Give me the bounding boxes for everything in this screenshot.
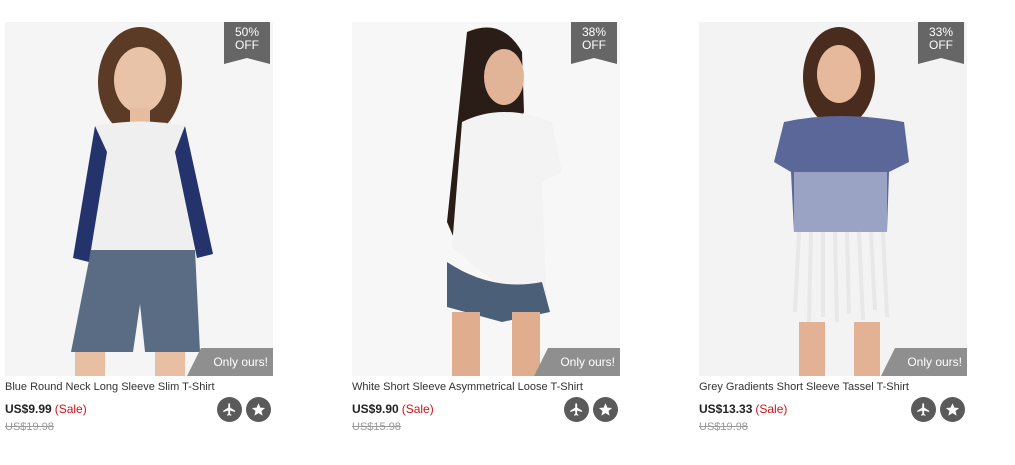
only-ours-badge: Only ours! xyxy=(881,348,967,376)
product-price: US$13.33 (Sale) xyxy=(699,402,787,416)
product-image[interactable] xyxy=(5,22,273,376)
product-image[interactable] xyxy=(699,22,967,376)
product-title[interactable]: Blue Round Neck Long Sleeve Slim T-Shirt xyxy=(5,381,215,393)
only-ours-badge: Only ours! xyxy=(534,348,620,376)
shipping-button[interactable] xyxy=(217,397,242,422)
shipping-button[interactable] xyxy=(911,397,936,422)
favorite-button[interactable] xyxy=(593,397,618,422)
star-icon xyxy=(945,403,960,416)
product-card: 50% OFF Only ours! Blue Round Neck Long … xyxy=(0,0,273,465)
original-price: US$15.98 xyxy=(352,421,401,433)
product-card: 33% OFF Only ours! Grey Gradients Short … xyxy=(694,0,967,465)
product-price: US$9.99 (Sale) xyxy=(5,402,87,416)
discount-badge: 38% OFF xyxy=(571,22,617,64)
star-icon xyxy=(598,403,613,416)
favorite-button[interactable] xyxy=(246,397,271,422)
product-image[interactable] xyxy=(352,22,620,376)
sale-label: (Sale) xyxy=(401,402,434,416)
discount-off-label: OFF xyxy=(235,38,259,52)
airplane-icon xyxy=(223,403,236,416)
product-price: US$9.90 (Sale) xyxy=(352,402,434,416)
product-title[interactable]: Grey Gradients Short Sleeve Tassel T-Shi… xyxy=(699,381,909,393)
sale-label: (Sale) xyxy=(54,402,87,416)
sale-price: US$9.90 xyxy=(352,402,399,416)
discount-off-label: OFF xyxy=(929,38,953,52)
discount-badge: 50% OFF xyxy=(224,22,270,64)
discount-off-label: OFF xyxy=(582,38,606,52)
sale-price: US$13.33 xyxy=(699,402,753,416)
sale-label: (Sale) xyxy=(755,402,788,416)
airplane-icon xyxy=(570,403,583,416)
airplane-icon xyxy=(917,403,930,416)
discount-badge: 33% OFF xyxy=(918,22,964,64)
original-price: US$19.98 xyxy=(5,421,54,433)
only-ours-badge: Only ours! xyxy=(187,348,273,376)
sale-price: US$9.99 xyxy=(5,402,52,416)
original-price: US$19.98 xyxy=(699,421,748,433)
shipping-button[interactable] xyxy=(564,397,589,422)
favorite-button[interactable] xyxy=(940,397,965,422)
star-icon xyxy=(251,403,266,416)
product-card: 38% OFF Only ours! White Short Sleeve As… xyxy=(347,0,620,465)
product-title[interactable]: White Short Sleeve Asymmetrical Loose T-… xyxy=(352,381,583,393)
